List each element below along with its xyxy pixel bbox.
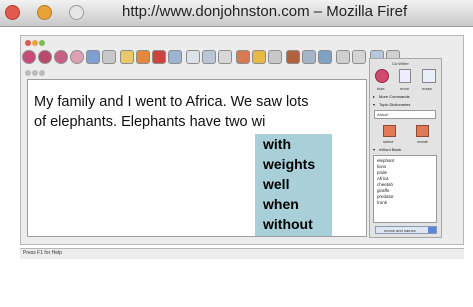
create-dictionary-icon[interactable] [416, 125, 429, 137]
stop-icon[interactable] [38, 50, 52, 64]
triangle-icon: ▸ [373, 94, 376, 99]
highlight-icon[interactable] [136, 50, 150, 64]
word-prediction-list: with weights well when without [255, 134, 332, 236]
align-icon[interactable] [268, 50, 282, 64]
erase-icon[interactable] [422, 69, 436, 83]
prediction-word[interactable]: with [263, 136, 291, 152]
status-text: Press F1 for Help [23, 250, 62, 256]
picture-icon[interactable] [152, 50, 166, 64]
speak-icon[interactable] [22, 50, 36, 64]
panel-title: Co:Writer [392, 61, 409, 66]
more-commands-section[interactable]: More Commands [379, 94, 410, 99]
more-icon[interactable] [399, 69, 411, 83]
spell-check-icon[interactable] [236, 50, 250, 64]
word-bank-item[interactable]: lions [377, 164, 386, 169]
chevron-down-icon [428, 227, 436, 233]
triangle-icon: ▾ [373, 102, 376, 107]
prediction-word[interactable]: weights [263, 156, 315, 172]
hide-button-label[interactable]: hide [377, 86, 385, 91]
word-bank-item[interactable]: giraffe [377, 188, 389, 193]
erase-button-label[interactable]: erase [422, 86, 432, 91]
word-bank-category-value: nouns and names [384, 228, 416, 233]
word-bank-item[interactable]: elephant [377, 158, 394, 163]
doc-close-button[interactable] [25, 70, 31, 76]
bookmark-icon[interactable] [286, 50, 300, 64]
word-bank-item[interactable]: cheetah [377, 182, 393, 187]
zoom-window-button[interactable] [69, 5, 84, 20]
save-icon[interactable] [86, 50, 100, 64]
voice-icon[interactable] [54, 50, 68, 64]
prediction-word[interactable]: without [263, 216, 313, 232]
app-zoom-button[interactable] [39, 40, 45, 46]
settings-icon[interactable] [70, 50, 84, 64]
prediction-word[interactable]: when [263, 196, 299, 212]
doc-minimize-button[interactable] [32, 70, 38, 76]
new-doc-icon[interactable] [120, 50, 134, 64]
word-bank-item[interactable]: trunk [377, 200, 387, 205]
word-bank-item[interactable]: pride [377, 170, 387, 175]
topic-dictionaries-section[interactable]: Topic Dictionaries [379, 102, 410, 107]
status-bar [20, 248, 464, 259]
close-window-button[interactable] [5, 5, 20, 20]
word-bank-item[interactable]: predator [377, 194, 394, 199]
print-icon[interactable] [102, 50, 116, 64]
word-bank-section[interactable]: eWord Bank [379, 147, 401, 152]
check-icon[interactable] [352, 50, 366, 64]
speaker-icon[interactable] [202, 50, 216, 64]
topic-dictionary-item[interactable]: Africa* [377, 112, 389, 117]
list-icon[interactable] [302, 50, 316, 64]
document-text-line: of elephants. Elephants have two wi [34, 114, 266, 130]
create-button-label[interactable]: create [417, 139, 428, 144]
word-bank-item[interactable]: Africa [377, 176, 389, 181]
topic-dictionary-list[interactable]: Africa* [374, 110, 436, 119]
prediction-word[interactable]: well [263, 176, 289, 192]
word-list-icon[interactable] [336, 50, 350, 64]
select-button-label[interactable]: select [383, 139, 393, 144]
word-bank-list[interactable]: elephant lions pride Africa cheetah gira… [373, 155, 437, 223]
more-button-label[interactable]: more [400, 86, 409, 91]
browser-title: http://www.donjohnston.com – Mozilla Fir… [122, 3, 408, 20]
font-size-icon[interactable] [318, 50, 332, 64]
document-text-line: My family and I went to Africa. We saw l… [34, 94, 309, 110]
underline-icon[interactable] [252, 50, 266, 64]
app-minimize-button[interactable] [32, 40, 38, 46]
minimize-window-button[interactable] [37, 5, 52, 20]
select-dictionary-icon[interactable] [383, 125, 396, 137]
doc-zoom-button[interactable] [39, 70, 45, 76]
word-bank-category-select[interactable]: nouns and names [375, 226, 437, 234]
zoom-icon[interactable] [186, 50, 200, 64]
hide-icon[interactable] [375, 69, 389, 83]
table-icon[interactable] [168, 50, 182, 64]
triangle-icon: ▾ [373, 147, 376, 152]
font-icon[interactable] [218, 50, 232, 64]
app-close-button[interactable] [25, 40, 31, 46]
